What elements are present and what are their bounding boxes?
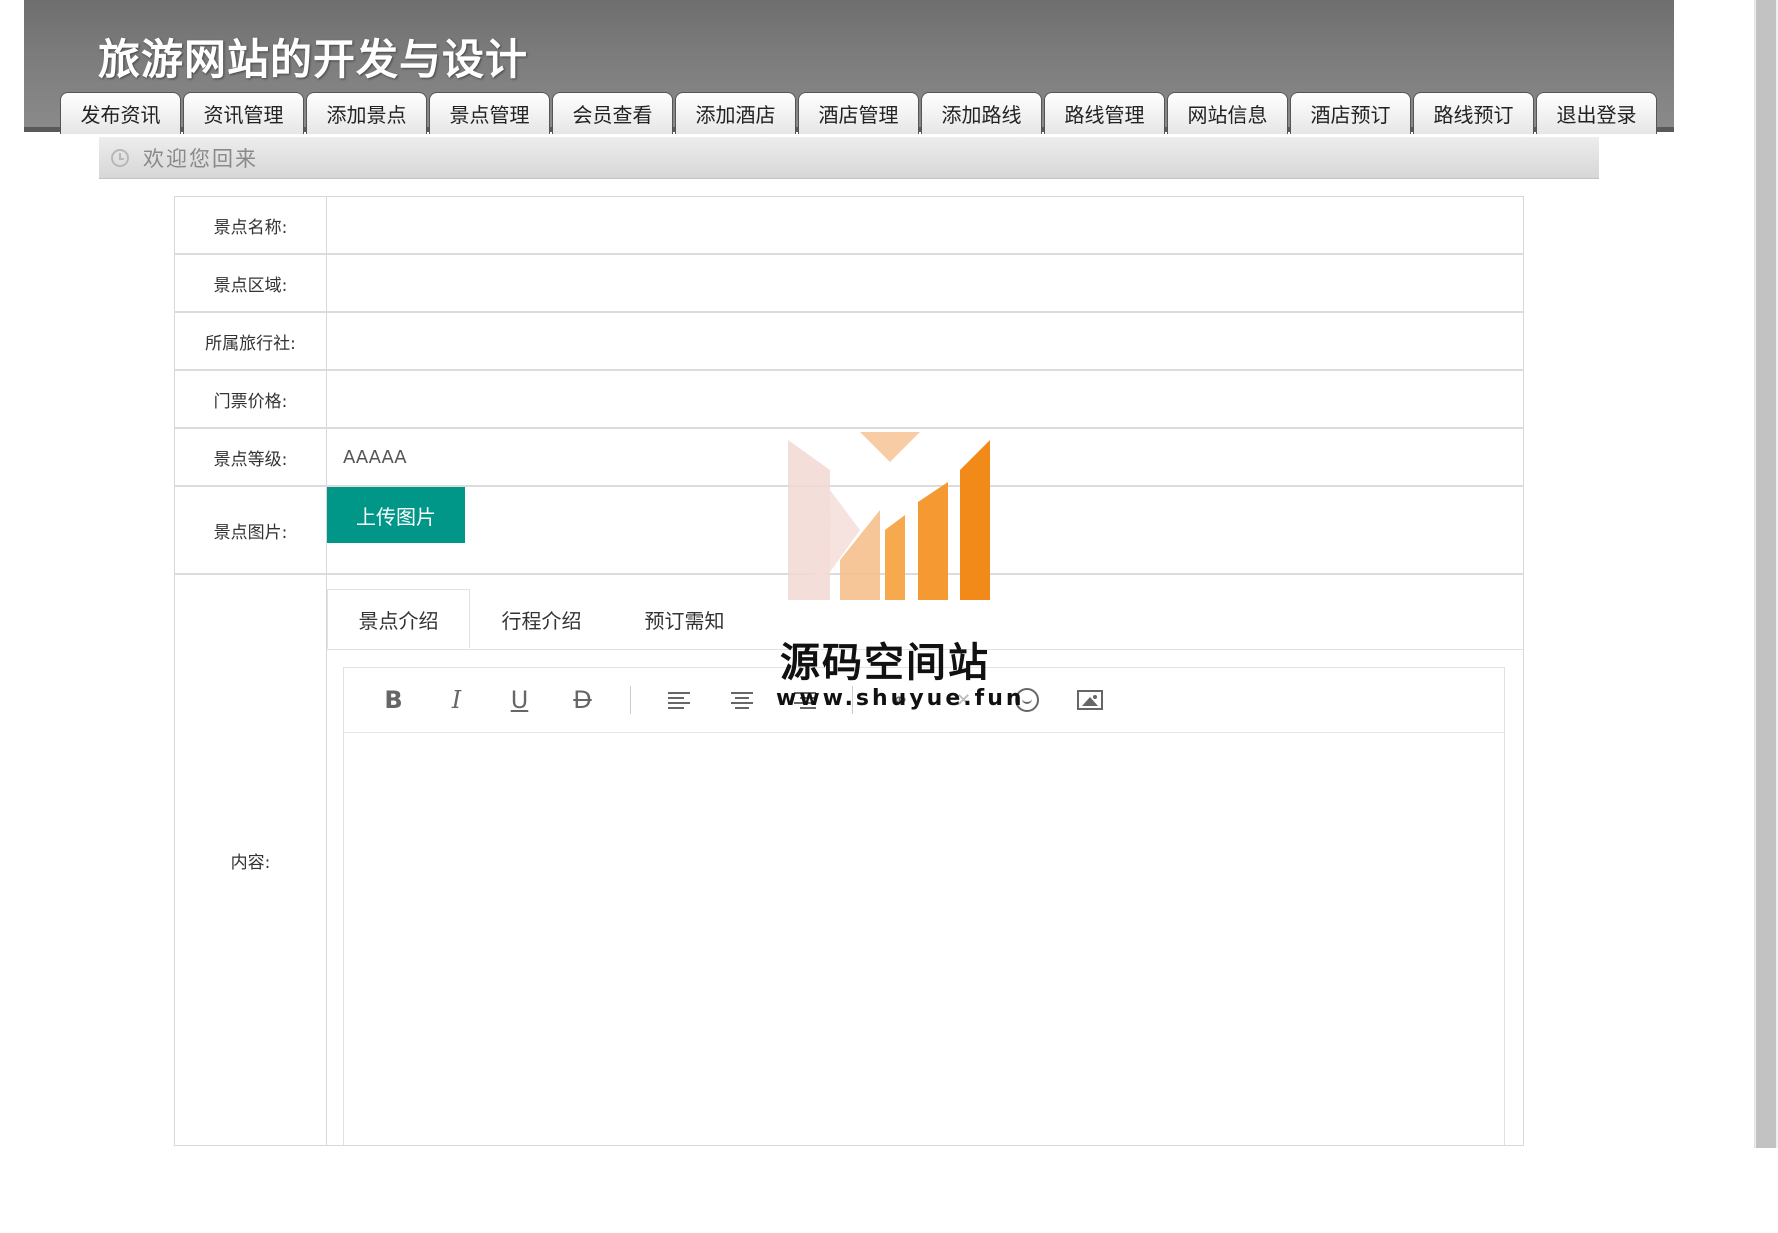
link-button[interactable]: ⚭ bbox=[869, 680, 932, 720]
spot-image-label: 景点图片: bbox=[175, 487, 327, 573]
nav-tab-spot-manage[interactable]: 景点管理 bbox=[429, 92, 550, 134]
form-row-price: 门票价格: bbox=[175, 371, 1523, 429]
spot-level-label: 景点等级: bbox=[175, 429, 327, 485]
tab-spot-intro[interactable]: 景点介绍 bbox=[327, 589, 470, 649]
smile-icon bbox=[1014, 688, 1039, 712]
content-cell: 景点介绍 行程介绍 预订需知 B I U D ⚭ ✕ bbox=[327, 575, 1523, 1145]
agency-label: 所属旅行社: bbox=[175, 313, 327, 369]
unlink-icon: ✕ bbox=[955, 689, 972, 711]
editor-body[interactable] bbox=[344, 733, 1504, 1233]
nav-tab-site-info[interactable]: 网站信息 bbox=[1167, 92, 1288, 134]
spot-name-cell bbox=[327, 197, 1523, 253]
main-nav: 发布资讯 资讯管理 添加景点 景点管理 会员查看 添加酒店 酒店管理 添加路线 … bbox=[60, 92, 1657, 134]
align-center-icon bbox=[730, 691, 753, 709]
spot-name-label: 景点名称: bbox=[175, 197, 327, 253]
nav-tab-route-booking[interactable]: 路线预订 bbox=[1413, 92, 1534, 134]
agency-cell bbox=[327, 313, 1523, 369]
italic-button[interactable]: I bbox=[425, 680, 488, 720]
unlink-button[interactable]: ✕ bbox=[932, 680, 995, 720]
align-left-button[interactable] bbox=[647, 680, 710, 720]
nav-tab-logout[interactable]: 退出登录 bbox=[1536, 92, 1657, 134]
insert-image-button[interactable] bbox=[1058, 680, 1121, 720]
nav-tab-hotel-booking[interactable]: 酒店预订 bbox=[1290, 92, 1411, 134]
site-header: 旅游网站的开发与设计 发布资讯 资讯管理 添加景点 景点管理 会员查看 添加酒店… bbox=[24, 0, 1674, 134]
scrollbar-thumb[interactable] bbox=[1756, 0, 1776, 1148]
clock-icon bbox=[111, 148, 129, 167]
spot-level-cell bbox=[327, 429, 1523, 485]
spot-name-input[interactable] bbox=[327, 197, 1523, 253]
link-icon: ⚭ bbox=[892, 688, 909, 712]
align-left-icon bbox=[667, 691, 690, 709]
content-label: 内容: bbox=[175, 575, 327, 1145]
nav-tab-member-view[interactable]: 会员查看 bbox=[552, 92, 673, 134]
ticket-price-label: 门票价格: bbox=[175, 371, 327, 427]
welcome-bar: 欢迎您回来 bbox=[99, 137, 1599, 179]
spot-level-input[interactable] bbox=[327, 429, 1523, 485]
content-tabs: 景点介绍 行程介绍 预订需知 bbox=[327, 589, 1523, 650]
tab-booking-notes[interactable]: 预订需知 bbox=[613, 589, 756, 649]
bold-icon: B bbox=[384, 686, 403, 714]
emoji-button[interactable] bbox=[995, 680, 1058, 720]
spot-region-label: 景点区域: bbox=[175, 255, 327, 311]
nav-tab-add-route[interactable]: 添加路线 bbox=[921, 92, 1042, 134]
align-right-button[interactable] bbox=[773, 680, 836, 720]
strikethrough-button[interactable]: D bbox=[551, 680, 614, 720]
form-row-agency: 所属旅行社: bbox=[175, 313, 1523, 371]
strikethrough-icon: D bbox=[573, 686, 592, 714]
underline-button[interactable]: U bbox=[488, 680, 551, 720]
form-row-name: 景点名称: bbox=[175, 197, 1523, 255]
form-row-content: 内容: 景点介绍 行程介绍 预订需知 B I U D ⚭ ✕ bbox=[175, 575, 1523, 1145]
spot-region-input[interactable] bbox=[327, 255, 1523, 311]
align-right-icon bbox=[793, 691, 816, 709]
upload-image-button[interactable]: 上传图片 bbox=[327, 487, 465, 543]
site-title: 旅游网站的开发与设计 bbox=[98, 35, 529, 84]
rich-text-editor: B I U D ⚭ ✕ bbox=[343, 667, 1505, 1145]
tab-itinerary-intro[interactable]: 行程介绍 bbox=[470, 589, 613, 649]
page-scrollbar[interactable] bbox=[1754, 0, 1778, 1148]
nav-tab-add-spot[interactable]: 添加景点 bbox=[306, 92, 427, 134]
spot-form: 景点名称: 景点区域: 所属旅行社: 门票价格: 景点等级: 景点图片: 上传图… bbox=[174, 196, 1524, 1146]
spot-image-cell: 上传图片 bbox=[327, 487, 1523, 573]
editor-toolbar: B I U D ⚭ ✕ bbox=[344, 668, 1504, 733]
nav-tab-add-hotel[interactable]: 添加酒店 bbox=[675, 92, 796, 134]
welcome-text: 欢迎您回来 bbox=[143, 146, 258, 171]
nav-tab-news-manage[interactable]: 资讯管理 bbox=[183, 92, 304, 134]
nav-tab-route-manage[interactable]: 路线管理 bbox=[1044, 92, 1165, 134]
italic-icon: I bbox=[451, 686, 462, 714]
bold-button[interactable]: B bbox=[362, 680, 425, 720]
image-icon bbox=[1076, 690, 1103, 710]
ticket-price-input[interactable] bbox=[327, 371, 1523, 427]
toolbar-divider bbox=[630, 686, 631, 714]
toolbar-divider-2 bbox=[852, 686, 853, 714]
form-row-region: 景点区域: bbox=[175, 255, 1523, 313]
spot-region-cell bbox=[327, 255, 1523, 311]
ticket-price-cell bbox=[327, 371, 1523, 427]
form-row-image: 景点图片: 上传图片 bbox=[175, 487, 1523, 575]
align-center-button[interactable] bbox=[710, 680, 773, 720]
underline-icon: U bbox=[510, 686, 529, 714]
agency-input[interactable] bbox=[327, 313, 1523, 369]
nav-tab-hotel-manage[interactable]: 酒店管理 bbox=[798, 92, 919, 134]
form-row-level: 景点等级: bbox=[175, 429, 1523, 487]
nav-tab-publish-news[interactable]: 发布资讯 bbox=[60, 92, 181, 134]
